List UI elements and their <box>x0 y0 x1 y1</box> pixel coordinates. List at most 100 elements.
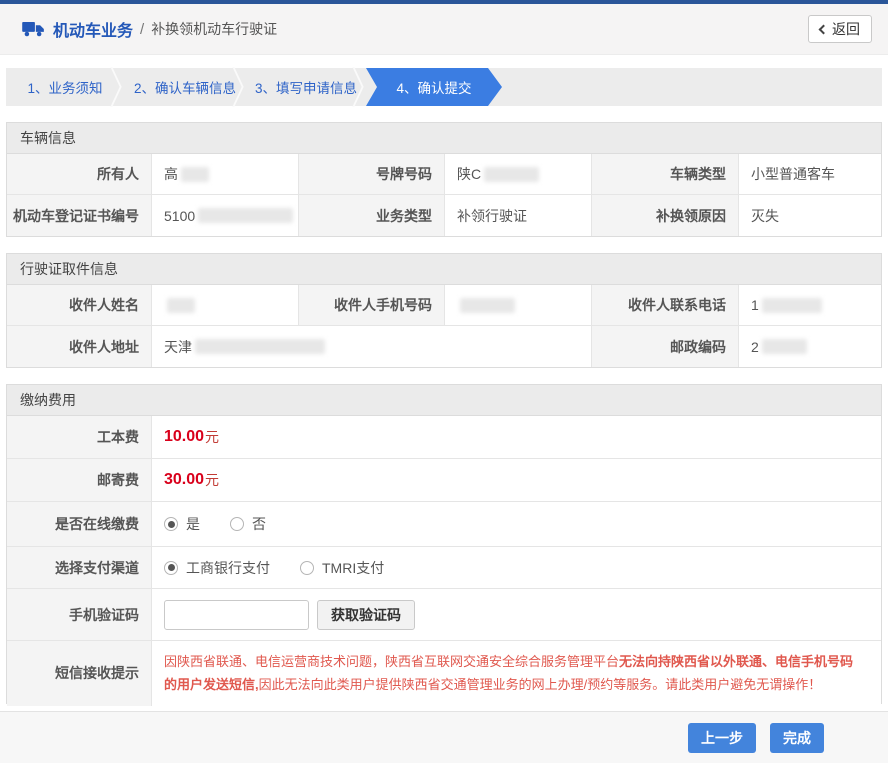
radio-selected-icon[interactable] <box>164 561 178 575</box>
sms-code-label: 手机验证码 <box>7 589 152 640</box>
sms-notice-text: 因陕西省联通、电信运营商技术问题，陕西省互联网交通安全综合服务管理平台无法向持陕… <box>152 641 881 706</box>
production-fee-unit: 元 <box>205 427 219 447</box>
radio-unselected-icon[interactable] <box>230 517 244 531</box>
option-label: 工商银行支付 <box>186 558 270 578</box>
postage-fee-label: 邮寄费 <box>7 459 152 501</box>
online-payment-option-no[interactable]: 否 <box>230 514 266 534</box>
owner-value: 高 <box>152 154 299 194</box>
redacted-value <box>762 339 807 354</box>
table-row: 工本费 10.00 元 <box>7 416 881 459</box>
back-button-label: 返回 <box>832 19 860 39</box>
payment-channel-options: 工商银行支付 TMRI支付 <box>152 547 881 588</box>
step-progress-bar: 1、业务须知 2、确认车辆信息 3、填写申请信息 4、确认提交 <box>6 68 882 106</box>
step-separator <box>110 67 121 87</box>
plate-value: 陕C <box>445 154 592 194</box>
recipient-name-label: 收件人姓名 <box>7 285 152 325</box>
redacted-value <box>762 298 822 313</box>
radio-selected-icon[interactable] <box>164 517 178 531</box>
replace-reason-value: 灭失 <box>739 195 881 236</box>
table-row: 收件人地址 天津 邮政编码 2 <box>7 326 881 367</box>
table-row: 是否在线缴费 是 否 <box>7 502 881 547</box>
recipient-phone-value: 1 <box>739 285 881 325</box>
notice-text-part1: 因陕西省联通、电信运营商技术问题，陕西省互联网交通安全综合服务管理平台 <box>164 654 619 669</box>
production-fee-value: 10.00 元 <box>152 416 881 458</box>
step-tab-2-label: 2、确认车辆信息 <box>134 77 236 97</box>
pickup-info-title: 行驶证取件信息 <box>7 254 881 285</box>
production-fee-label: 工本费 <box>7 416 152 458</box>
table-row: 收件人姓名 收件人手机号码 收件人联系电话 1 <box>7 285 881 326</box>
fees-title: 缴纳费用 <box>7 385 881 416</box>
sms-code-input[interactable] <box>164 600 309 630</box>
vehicle-type-value: 小型普通客车 <box>739 154 881 194</box>
back-button[interactable]: 返回 <box>808 15 872 43</box>
pickup-info-section: 行驶证取件信息 收件人姓名 收件人手机号码 收件人联系电话 1 收件人地址 天津… <box>6 253 882 368</box>
step-tab-3[interactable]: 3、填写申请信息 <box>246 68 366 106</box>
online-payment-options: 是 否 <box>152 502 881 546</box>
get-sms-code-button[interactable]: 获取验证码 <box>317 600 415 630</box>
step-tab-1[interactable]: 1、业务须知 <box>6 68 124 106</box>
recipient-mobile-label: 收件人手机号码 <box>299 285 445 325</box>
radio-unselected-icon[interactable] <box>300 561 314 575</box>
sms-code-field-row: 获取验证码 <box>152 589 881 640</box>
truck-icon <box>22 21 45 37</box>
table-row: 邮寄费 30.00 元 <box>7 459 881 502</box>
page-title: 机动车业务 <box>53 17 133 41</box>
zip-code-value: 2 <box>739 326 881 367</box>
option-label: 否 <box>252 514 266 534</box>
replace-reason-label: 补换领原因 <box>592 195 739 236</box>
step-tab-1-label: 1、业务须知 <box>27 77 102 97</box>
breadcrumb-separator: / <box>140 21 144 38</box>
table-row: 所有人 高 号牌号码 陕C 车辆类型 小型普通客车 <box>7 154 881 195</box>
recipient-address-label: 收件人地址 <box>7 326 152 367</box>
sms-notice-label: 短信接收提示 <box>7 641 152 706</box>
step-tab-4-active[interactable]: 4、确认提交 <box>366 68 502 106</box>
redacted-value <box>460 298 515 313</box>
step-tab-3-label: 3、填写申请信息 <box>255 77 357 97</box>
option-label: 是 <box>186 514 200 534</box>
payment-channel-label: 选择支付渠道 <box>7 547 152 588</box>
fees-section: 缴纳费用 工本费 10.00 元 邮寄费 30.00 元 是否在线缴费 是 否 … <box>6 384 882 704</box>
owner-label: 所有人 <box>7 154 152 194</box>
business-type-value: 补领行驶证 <box>445 195 592 236</box>
redacted-value <box>167 298 195 313</box>
payment-channel-option-icbc[interactable]: 工商银行支付 <box>164 558 270 578</box>
redacted-value <box>198 208 293 223</box>
finish-button[interactable]: 完成 <box>770 723 824 753</box>
vehicle-info-section: 车辆信息 所有人 高 号牌号码 陕C 车辆类型 小型普通客车 机动车登记证书编号… <box>6 122 882 237</box>
cert-number-label: 机动车登记证书编号 <box>7 195 152 236</box>
online-payment-option-yes[interactable]: 是 <box>164 514 200 534</box>
page-header: 机动车业务 / 补换领机动车行驶证 返回 <box>0 4 888 55</box>
payment-channel-option-tmri[interactable]: TMRI支付 <box>300 558 384 578</box>
option-label: TMRI支付 <box>322 558 384 578</box>
plate-label: 号牌号码 <box>299 154 445 194</box>
table-row: 短信接收提示 因陕西省联通、电信运营商技术问题，陕西省互联网交通安全综合服务管理… <box>7 641 881 703</box>
vehicle-info-title: 车辆信息 <box>7 123 881 154</box>
step-tab-2[interactable]: 2、确认车辆信息 <box>124 68 246 106</box>
recipient-mobile-value <box>445 285 592 325</box>
production-fee-amount: 10.00 <box>164 428 204 446</box>
step-tab-4-label: 4、确认提交 <box>396 77 471 97</box>
zip-code-label: 邮政编码 <box>592 326 739 367</box>
table-row: 选择支付渠道 工商银行支付 TMRI支付 <box>7 547 881 589</box>
postage-fee-amount: 30.00 <box>164 471 204 489</box>
breadcrumb-subtitle: 补换领机动车行驶证 <box>151 19 277 39</box>
step-separator <box>110 87 121 107</box>
redacted-value <box>484 167 539 182</box>
recipient-phone-label: 收件人联系电话 <box>592 285 739 325</box>
postage-fee-unit: 元 <box>205 470 219 490</box>
redacted-value <box>181 167 209 182</box>
vehicle-type-label: 车辆类型 <box>592 154 739 194</box>
chevron-left-icon <box>819 25 829 35</box>
cert-number-value: 5100 <box>152 195 299 236</box>
online-payment-label: 是否在线缴费 <box>7 502 152 546</box>
postage-fee-value: 30.00 元 <box>152 459 881 501</box>
previous-step-button[interactable]: 上一步 <box>688 723 756 753</box>
redacted-value <box>195 339 325 354</box>
business-type-label: 业务类型 <box>299 195 445 236</box>
notice-text-part3: 因此无法向此类用户提供陕西省交通管理业务的网上办理/预约等服务。请此类用户避免无… <box>259 677 822 692</box>
recipient-name-value <box>152 285 299 325</box>
footer-action-bar: 上一步 完成 <box>0 711 888 763</box>
recipient-address-value: 天津 <box>152 326 592 367</box>
table-row: 手机验证码 获取验证码 <box>7 589 881 641</box>
table-row: 机动车登记证书编号 5100 业务类型 补领行驶证 补换领原因 灭失 <box>7 195 881 236</box>
